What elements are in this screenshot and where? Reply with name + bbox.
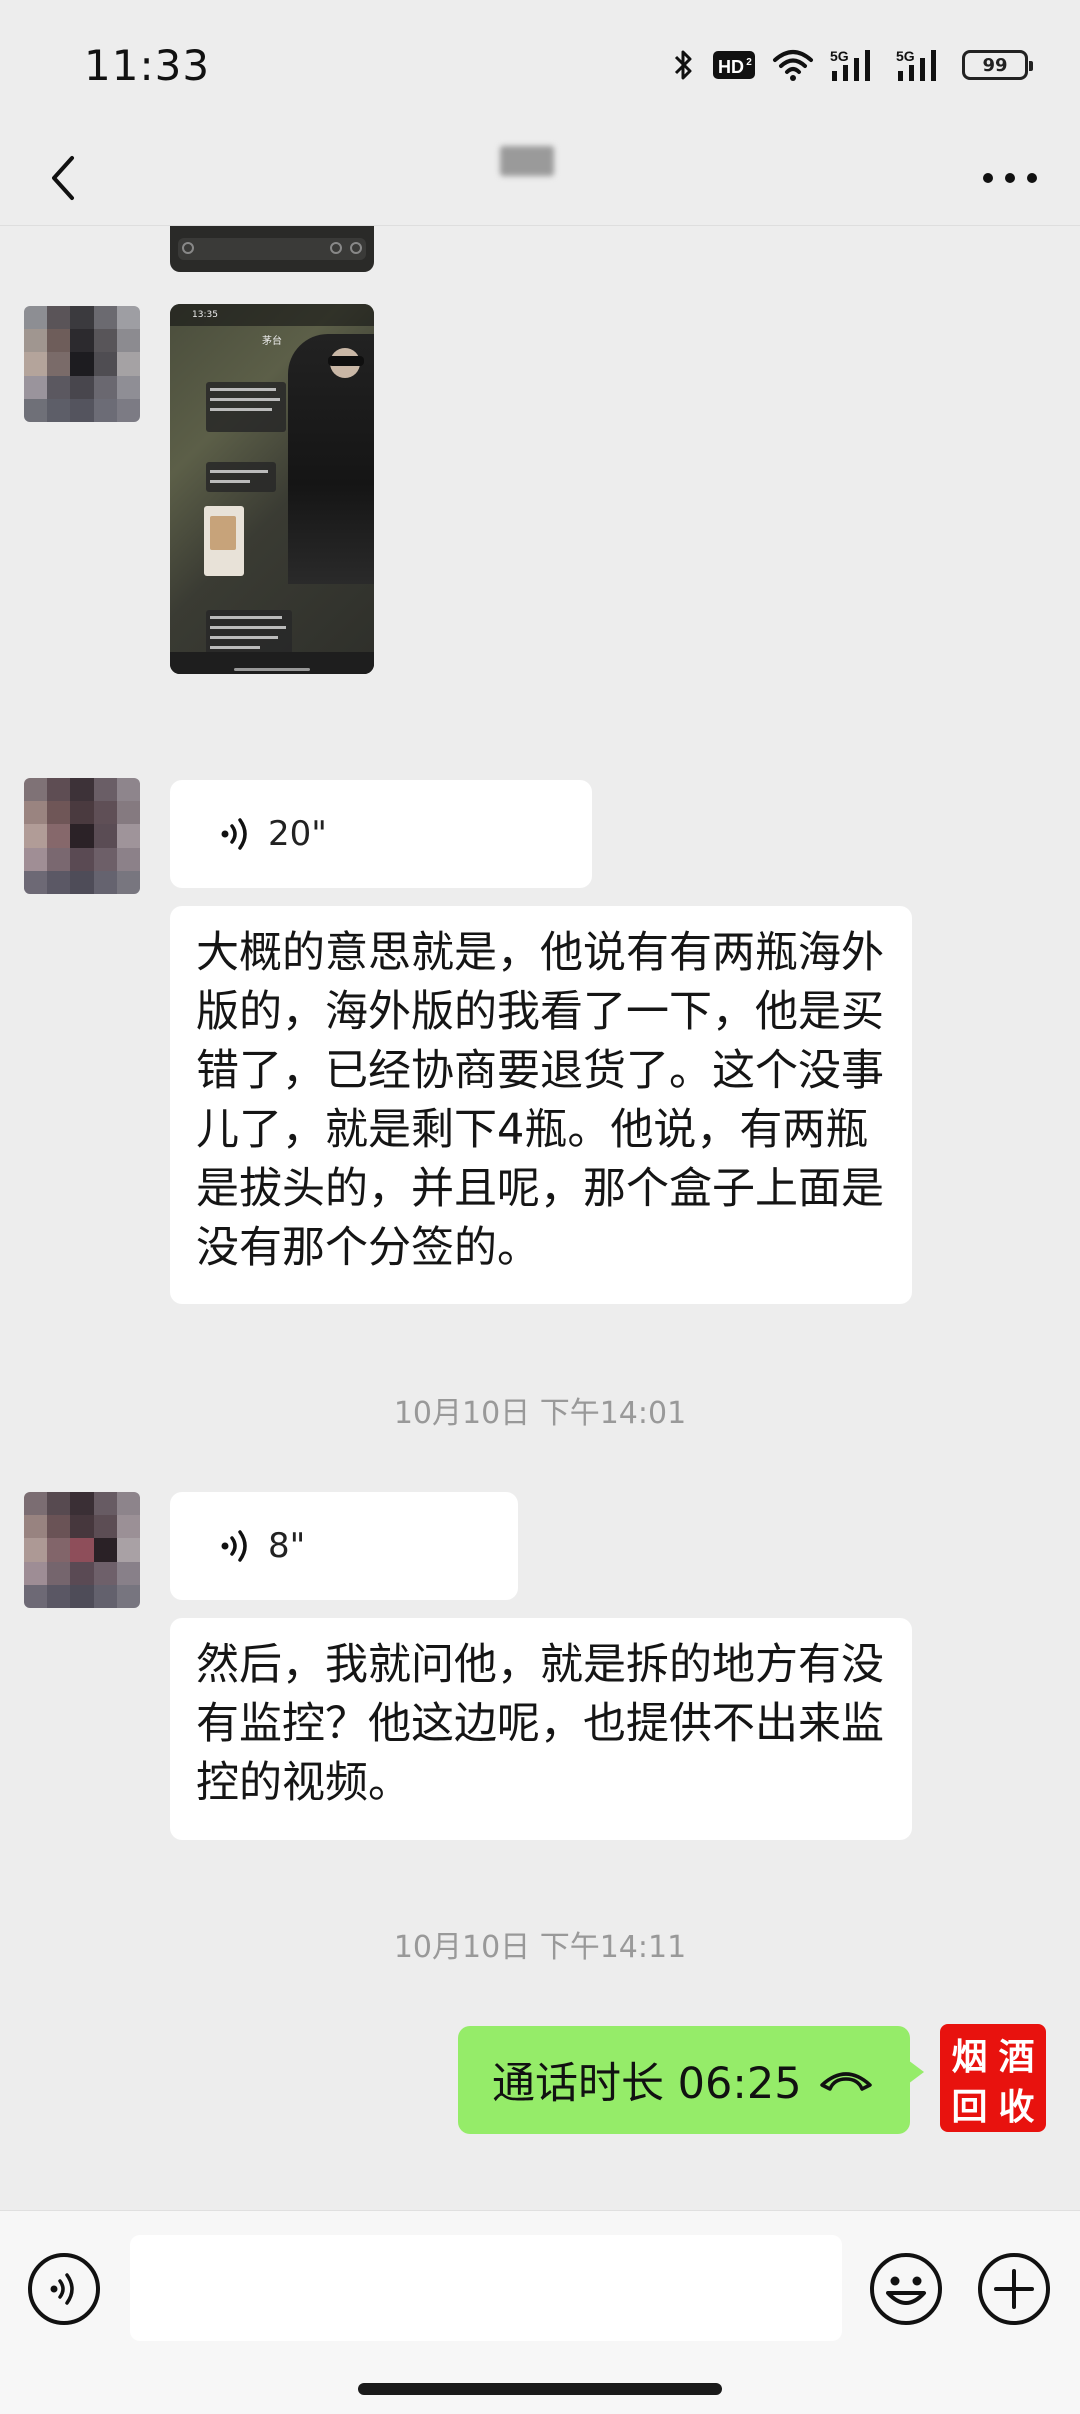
voice-wave-icon xyxy=(221,818,247,850)
input-bar xyxy=(0,2210,1080,2414)
message-input[interactable] xyxy=(130,2235,842,2341)
status-time: 11:33 xyxy=(84,40,211,90)
bluetooth-icon xyxy=(674,50,692,80)
hd-label: HD xyxy=(718,57,744,77)
wifi-icon xyxy=(773,50,813,81)
battery-icon: 99 xyxy=(962,50,1033,80)
phone-hangup-icon xyxy=(819,2072,872,2091)
voice-message[interactable]: 20" xyxy=(170,780,592,888)
contact-avatar[interactable] xyxy=(24,306,140,422)
voice-message[interactable]: 8" xyxy=(170,1492,518,1600)
contact-avatar[interactable] xyxy=(24,778,140,894)
plus-icon[interactable] xyxy=(976,2251,1052,2327)
more-dots-icon[interactable] xyxy=(980,168,1040,188)
image-message-partial[interactable] xyxy=(170,226,374,272)
nav-bar xyxy=(0,130,1080,226)
message-timestamp: 10月10日 下午14:11 xyxy=(393,1930,687,1965)
my-avatar-logo[interactable]: 烟 酒 回 收 xyxy=(940,2024,1046,2132)
thumbnail-title: 茅台 xyxy=(262,336,282,347)
battery-level: 99 xyxy=(982,54,1008,76)
contact-name-redacted xyxy=(500,146,554,176)
call-record-message[interactable]: 通话时长 06:25 xyxy=(458,2026,924,2134)
image-message[interactable]: 13:35 茅台 xyxy=(170,304,374,674)
hd-icon: HD 2 xyxy=(713,51,755,79)
message-text: 然后，我就问他，就是拆的地方有没有监控？他这边呢，也提供不出来监控的视频。 xyxy=(196,1640,884,1808)
svg-text:2: 2 xyxy=(746,57,752,68)
voice-wave-icon xyxy=(221,1530,247,1562)
status-bar: 11:33 HD 2 5G 5G 99 xyxy=(0,0,1080,130)
text-message[interactable]: 大概的意思就是，他说有有两瓶海外版的，海外版的我看了一下，他是买错了，已经协商要… xyxy=(170,906,912,1304)
voice-input-icon[interactable] xyxy=(26,2251,102,2327)
signal-5g-label-1: 5G xyxy=(830,48,849,64)
logo-char: 烟 xyxy=(951,2036,988,2078)
chevron-left-icon[interactable] xyxy=(44,148,84,208)
status-icons: HD 2 5G 5G 99 xyxy=(672,47,1033,83)
message-text: 大概的意思就是，他说有有两瓶海外版的，海外版的我看了一下，他是买错了，已经协商要… xyxy=(196,928,884,1273)
chat-message-list[interactable]: 13:35 茅台 20" 大概的意思就是，他说有有两瓶海外版的，海外版的我看了一… xyxy=(0,226,1080,2210)
logo-char: 酒 xyxy=(998,2036,1035,2078)
signal-5g-label-2: 5G xyxy=(896,48,915,64)
home-indicator[interactable] xyxy=(358,2383,722,2395)
contact-avatar[interactable] xyxy=(24,1492,140,1608)
voice-duration: 20" xyxy=(268,814,327,854)
emoji-icon[interactable] xyxy=(868,2251,944,2327)
voice-duration: 8" xyxy=(268,1526,306,1566)
message-timestamp: 10月10日 下午14:01 xyxy=(393,1396,687,1431)
logo-char: 回 xyxy=(951,2086,988,2128)
signal-5g-icon-2: 5G xyxy=(896,48,936,81)
logo-char: 收 xyxy=(998,2086,1035,2128)
call-duration-text: 通话时长 06:25 xyxy=(492,2059,802,2109)
signal-5g-icon-1: 5G xyxy=(830,48,870,81)
thumbnail-time: 13:35 xyxy=(192,310,218,320)
text-message[interactable]: 然后，我就问他，就是拆的地方有没有监控？他这边呢，也提供不出来监控的视频。 xyxy=(170,1618,912,1840)
